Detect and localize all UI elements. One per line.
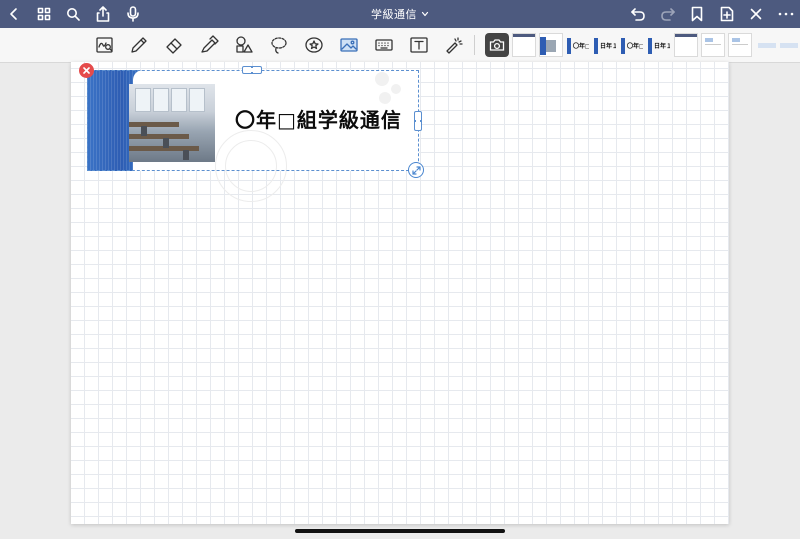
right-resize-handle[interactable] (414, 111, 422, 131)
close-icon (750, 8, 762, 20)
image-tool[interactable] (337, 33, 361, 57)
page-grid-button[interactable] (30, 0, 58, 28)
thumbnail-label: 日年１ (600, 43, 617, 50)
lasso-tool[interactable] (267, 33, 291, 57)
recent-item-thumbnail[interactable] (512, 33, 536, 57)
microphone-icon (127, 6, 139, 22)
rotate-resize-handle[interactable] (408, 162, 424, 178)
thumbnail-label: 日年１ (654, 43, 671, 50)
navigation-bar: 学級通信 (0, 0, 800, 28)
sticker-icon (305, 37, 323, 53)
search-button[interactable] (59, 0, 87, 28)
recent-item-thumbnail[interactable]: 日年１ (593, 33, 617, 57)
classroom-photo (129, 84, 215, 162)
note-page[interactable]: 〇年□組学級通信 (71, 62, 729, 524)
document-title[interactable]: 学級通信 (371, 6, 417, 22)
camera-button[interactable] (485, 33, 509, 57)
camera-icon (489, 39, 505, 51)
highlighter-tool[interactable] (197, 33, 221, 57)
back-icon (10, 8, 17, 20)
top-resize-handle[interactable] (242, 66, 262, 74)
recent-item-thumbnail[interactable] (755, 33, 800, 57)
close-button[interactable] (742, 0, 770, 28)
keyboard-icon (375, 39, 393, 51)
redo-icon (661, 8, 675, 21)
delete-selection-button[interactable] (79, 63, 94, 78)
share-button[interactable] (89, 0, 117, 28)
close-icon (83, 67, 90, 74)
eraser-icon (166, 38, 182, 54)
add-page-button[interactable] (713, 0, 741, 28)
pen-icon (131, 37, 147, 53)
header-banner-image[interactable]: 〇年□組学級通信 (87, 70, 419, 202)
bookmark-button[interactable] (683, 0, 711, 28)
redo-button[interactable] (654, 0, 682, 28)
eraser-tool[interactable] (162, 33, 186, 57)
more-icon (778, 12, 794, 16)
share-icon (96, 6, 110, 22)
bookmark-icon (691, 6, 703, 22)
pen-tool[interactable] (127, 33, 151, 57)
undo-icon (631, 8, 645, 21)
highlighter-icon (201, 35, 219, 53)
home-indicator[interactable] (295, 529, 505, 533)
thumbnail-label: 〇年□ (573, 43, 590, 50)
image-icon (340, 38, 358, 52)
recent-item-thumbnail[interactable]: 日年１ (647, 33, 671, 57)
keyboard-tool[interactable] (372, 33, 396, 57)
thumbnail-label: 〇年□ (627, 43, 644, 50)
lasso-icon (271, 37, 287, 54)
recent-item-thumbnail[interactable] (728, 33, 752, 57)
handwriting-search-tool[interactable] (93, 33, 117, 57)
back-button[interactable] (0, 0, 28, 28)
recent-item-thumbnail[interactable]: 〇年□ (566, 33, 590, 57)
sticker-tool[interactable] (302, 33, 326, 57)
text-icon (410, 37, 428, 53)
tool-bar: 〇年□ 日年１ 〇年□ 日年１ (0, 28, 800, 63)
recent-item-thumbnail[interactable]: 〇年□ (620, 33, 644, 57)
recent-item-thumbnail[interactable] (674, 33, 698, 57)
shapes-tool[interactable] (232, 33, 256, 57)
recent-item-thumbnail[interactable] (539, 33, 563, 57)
text-tool[interactable] (407, 33, 431, 57)
recent-item-thumbnail[interactable] (701, 33, 725, 57)
expand-arrows-icon (411, 165, 421, 175)
newsletter-title: 〇年□組学級通信 (235, 108, 402, 132)
toolbar-divider (474, 35, 475, 55)
undo-button[interactable] (624, 0, 652, 28)
microphone-button[interactable] (119, 0, 147, 28)
more-button[interactable] (772, 0, 800, 28)
add-page-icon (720, 6, 734, 22)
handwriting-search-icon (96, 37, 113, 53)
laser-pointer-icon (446, 37, 463, 54)
search-icon (67, 8, 80, 21)
grid-icon (37, 7, 51, 21)
laser-pointer-tool[interactable] (442, 33, 466, 57)
chevron-down-icon[interactable] (421, 10, 429, 18)
shapes-icon (236, 36, 253, 53)
